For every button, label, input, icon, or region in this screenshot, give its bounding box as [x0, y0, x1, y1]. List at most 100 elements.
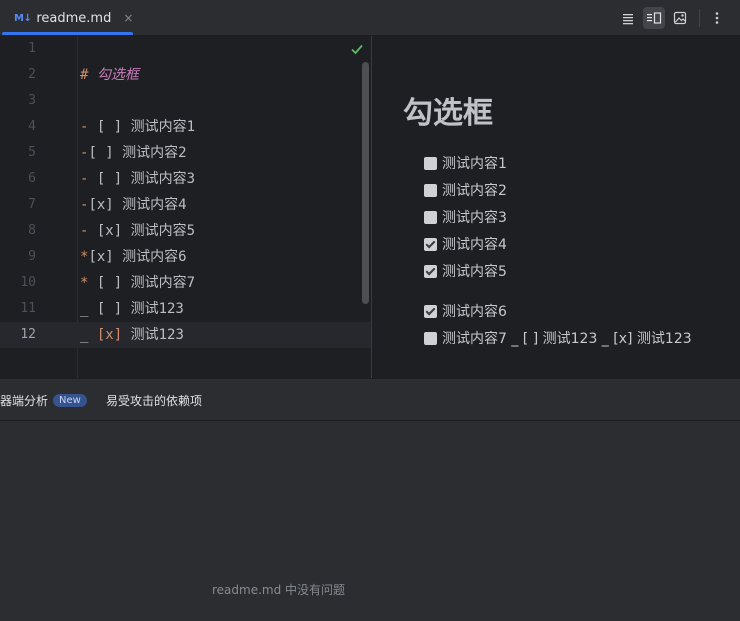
lines-icon: [623, 14, 633, 25]
code-line[interactable]: 4 - [ ] 测试内容1: [0, 114, 372, 140]
checkmark-icon: [351, 44, 363, 55]
code-line[interactable]: 7 -[x] 测试内容4: [0, 192, 372, 218]
code-line[interactable]: 5 -[ ] 测试内容2: [0, 140, 372, 166]
image-preview-icon: [673, 11, 687, 25]
code-token-text: _: [80, 327, 97, 343]
code-token-heading: 勾选框: [96, 67, 139, 83]
line-number: 10: [20, 275, 36, 290]
code-token-x: [x]: [96, 327, 123, 343]
checkbox-checked[interactable]: [424, 304, 437, 318]
line-number: 7: [28, 197, 36, 212]
code-token-marker: *: [80, 275, 97, 291]
line-number: 3: [28, 93, 36, 108]
line-code: - [x] 测试内容5: [80, 218, 195, 244]
code-token-text: _ [ ] 测试123: [80, 301, 184, 317]
tab-server-analysis-label: 器端分析: [0, 394, 49, 408]
tab-server-analysis[interactable]: 器端分析 New: [0, 379, 87, 422]
line-number: 12: [20, 327, 36, 342]
line-number: 8: [28, 223, 36, 238]
no-problems-message: readme.md 中没有问题: [212, 583, 346, 597]
line-number: 5: [28, 145, 36, 160]
checkbox-checked[interactable]: [424, 264, 437, 278]
checkbox-unchecked[interactable]: [424, 331, 437, 345]
checklist-item: 测试内容3: [424, 207, 507, 227]
code-token-text: [ ] 测试内容2: [88, 145, 187, 161]
markdown-file-icon: M↓: [14, 12, 32, 24]
checklist-item: 测试内容2: [424, 180, 507, 200]
preview-heading: 勾选框: [403, 96, 493, 131]
line-code: _ [x] 测试123: [80, 322, 184, 348]
code-token-marker: -: [80, 223, 97, 239]
line-number: 6: [28, 171, 36, 186]
tab-label: readme.md: [36, 10, 112, 26]
code-line[interactable]: 9 *[x] 测试内容6: [0, 244, 372, 270]
checklist-item: 测试内容1: [424, 153, 507, 173]
preview-only-button[interactable]: [669, 7, 691, 29]
markdown-editor[interactable]: 1 2 # 勾选框 3 4- [ ] 测试内容1 5 -[ ] 测试内容2 6- [ ] 测试…: [0, 36, 372, 378]
code-token-marker: -: [80, 171, 97, 187]
editor-toolbar: [617, 0, 740, 36]
code-line[interactable]: 11 _ [ ] 测试123: [0, 296, 372, 322]
code-token-text: [ ] 测试内容3: [96, 171, 196, 187]
editor-tab-bar: M↓ readme.md ×: [0, 0, 740, 36]
code-line[interactable]: 10 * [ ] 测试内容7: [0, 270, 372, 296]
split-view-button[interactable]: [643, 7, 665, 29]
code-token-marker: -: [80, 119, 97, 135]
markdown-preview: 勾选框 测试内容1 测试内容2 测试内容3 测试内容4 测试内容5 测试内容6 测试内容7 …: [372, 36, 740, 378]
line-number: 2: [28, 67, 36, 82]
code-token-text: [ ] 测试内容7: [96, 275, 196, 291]
tab-vulnerable-dependencies[interactable]: 易受攻击的依赖项: [106, 379, 202, 422]
checkbox-checked[interactable]: [424, 237, 437, 251]
line-code: * [ ] 测试内容7: [80, 270, 195, 296]
tab-readme[interactable]: M↓ readme.md ×: [2, 0, 133, 36]
toolbar-separator: [699, 9, 700, 27]
new-badge: New: [53, 394, 87, 407]
code-token-text: [x] 测试内容6: [88, 249, 187, 265]
line-code: _ [ ] 测试123: [80, 296, 184, 322]
code-token-text: [ ] 测试内容1: [96, 119, 196, 135]
line-number: 1: [28, 41, 36, 56]
code-line[interactable]: 3: [0, 88, 372, 114]
code-line[interactable]: 2 # 勾选框: [0, 62, 372, 88]
checklist-item-label: 测试内容2: [442, 183, 507, 199]
checkbox-unchecked[interactable]: [424, 210, 437, 224]
code-token-text: [x] 测试内容5: [96, 223, 196, 239]
problems-panel-body: readme.md 中没有问题: [0, 421, 740, 621]
checkbox-unchecked[interactable]: [424, 183, 437, 197]
checklist-item-label: 测试内容6: [442, 304, 507, 320]
line-number: 9: [28, 249, 36, 264]
problems-panel-tabs: 器端分析 New 易受攻击的依赖项: [0, 378, 740, 421]
code-line[interactable]: 8 - [x] 测试内容5: [0, 218, 372, 244]
tab-vulnerable-dependencies-label: 易受攻击的依赖项: [106, 394, 203, 408]
checklist-item-label: 测试内容3: [442, 210, 507, 226]
checklist-item: 测试内容4: [424, 234, 507, 254]
code-line[interactable]: 6 - [ ] 测试内容3: [0, 166, 372, 192]
checklist-item-label: 测试内容5: [442, 264, 507, 280]
line-number: 11: [20, 301, 36, 316]
code-token-text: [x] 测试内容4: [88, 197, 187, 213]
editor-scrollbar[interactable]: [362, 62, 369, 304]
checklist-item-label: 测试内容1: [442, 156, 507, 172]
line-code: - [ ] 测试内容3: [80, 166, 195, 192]
code-token-text: 测试123: [122, 327, 184, 343]
code-token-marker: #: [80, 67, 97, 83]
code-line[interactable]: 12 _ [x] 测试123: [0, 322, 372, 348]
line-code: -[x] 测试内容4: [80, 192, 187, 218]
line-code: # 勾选框: [80, 62, 139, 88]
code-line[interactable]: 1: [0, 36, 372, 62]
line-code: -[ ] 测试内容2: [80, 140, 187, 166]
editor-only-button[interactable]: [617, 7, 639, 29]
line-code: *[x] 测试内容6: [80, 244, 187, 270]
checklist-item: 测试内容6: [424, 301, 507, 321]
checkbox-unchecked[interactable]: [424, 156, 437, 170]
more-vertical-icon: [715, 12, 719, 24]
checklist-item-label: 测试内容4: [442, 237, 507, 253]
more-options-button[interactable]: [706, 11, 728, 25]
split-view-icon: [647, 12, 662, 24]
checklist-item: 测试内容7 _ [ ] 测试123 _ [x] 测试123: [424, 328, 692, 348]
active-tab-indicator: [2, 32, 133, 35]
line-code: - [ ] 测试内容1: [80, 114, 195, 140]
checklist-item: 测试内容5: [424, 261, 507, 281]
checklist-item-label: 测试内容7 _ [ ] 测试123 _ [x] 测试123: [442, 331, 692, 347]
close-icon[interactable]: ×: [123, 11, 133, 25]
